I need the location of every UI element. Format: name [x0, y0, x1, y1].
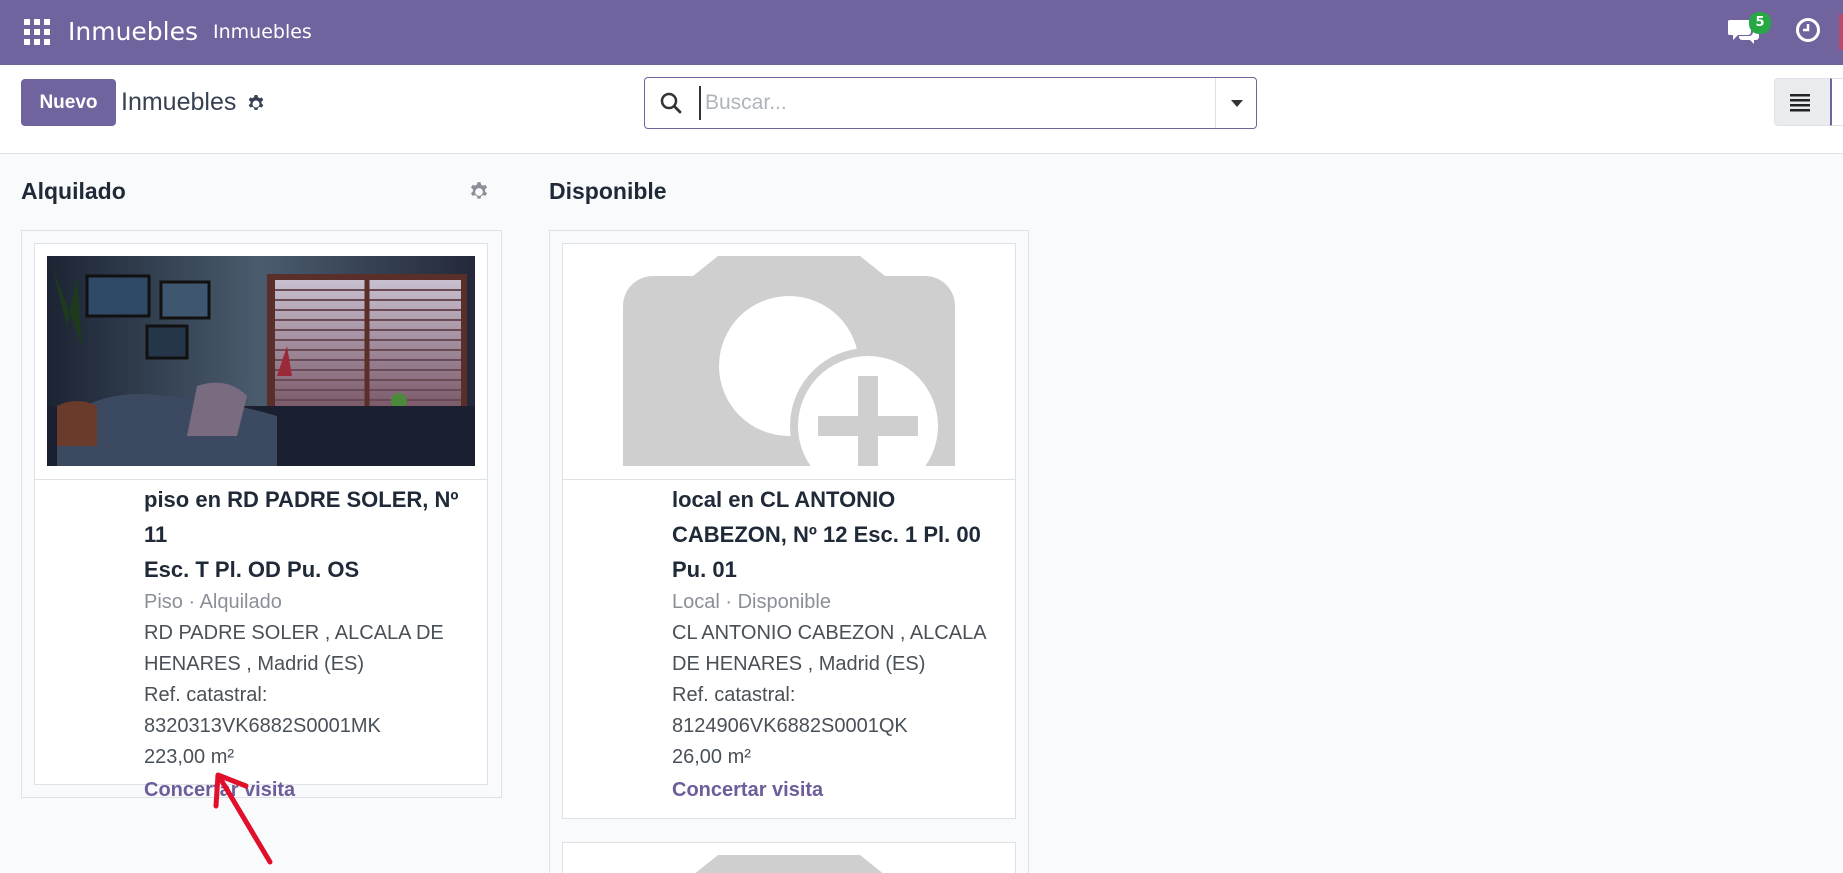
card-ref-value: 8320313VK6882S0001MK — [144, 715, 381, 737]
camera-placeholder-icon — [623, 256, 955, 466]
column-title-alquilado: Alquilado — [21, 178, 126, 204]
activity-clock-icon[interactable] — [1795, 17, 1821, 43]
schedule-visit-link[interactable]: Concertar visita — [144, 773, 484, 807]
card-title: Pu. 01 — [672, 557, 737, 582]
app-name[interactable]: Inmuebles — [68, 17, 198, 46]
card-subtitle: Local · Disponible — [672, 591, 831, 613]
card-area: 223,00 m² — [144, 746, 235, 768]
schedule-visit-link[interactable]: Concertar visita — [672, 773, 1012, 807]
card-title: local en CL ANTONIO — [672, 487, 896, 512]
user-avatar[interactable] — [1839, 14, 1843, 50]
gear-icon[interactable] — [246, 94, 266, 114]
card-address: RD PADRE SOLER , ALCALA DE — [144, 622, 444, 644]
card-address: HENARES , Madrid (ES) — [144, 653, 365, 675]
search-icon — [660, 92, 682, 114]
card-ref-value: 8124906VK6882S0001QK — [672, 715, 908, 737]
chat-count-badge: 5 — [1749, 12, 1771, 34]
property-card[interactable]: local en CL ANTONIO CABEZON, Nº 12 Esc. … — [562, 243, 1016, 819]
search-options-toggle[interactable] — [1217, 78, 1257, 128]
card-body: piso en RD PADRE SOLER, Nº 11 Esc. T Pl.… — [144, 482, 484, 807]
card-title: piso en RD PADRE SOLER, Nº 11 — [144, 487, 459, 547]
card-area: 26,00 m² — [672, 746, 751, 768]
search-bar — [644, 77, 1257, 129]
card-address: DE HENARES , Madrid (ES) — [672, 653, 926, 675]
property-card[interactable]: piso en RD PADRE SOLER, Nº 11 Esc. T Pl.… — [34, 243, 488, 801]
list-view-icon — [1790, 94, 1810, 112]
card-body: local en CL ANTONIO CABEZON, Nº 12 Esc. … — [672, 482, 1012, 807]
new-button[interactable]: Nuevo — [21, 79, 116, 126]
column-gear-icon[interactable] — [468, 181, 490, 203]
search-divider — [1215, 78, 1216, 128]
caret-down-icon — [1231, 100, 1243, 107]
breadcrumb: Inmuebles — [121, 88, 237, 116]
search-input[interactable] — [699, 86, 1149, 120]
property-card[interactable] — [562, 842, 1016, 873]
card-title: Esc. T Pl. OD Pu. OS — [144, 557, 360, 582]
card-ref-label: Ref. catastral: — [672, 684, 796, 706]
card-image — [35, 244, 487, 480]
column-title-disponible: Disponible — [549, 178, 667, 204]
card-ref-label: Ref. catastral: — [144, 684, 268, 706]
nav-menu-inmuebles[interactable]: Inmuebles — [213, 21, 312, 43]
camera-placeholder-icon — [695, 855, 883, 873]
card-subtitle: Piso · Alquilado — [144, 591, 282, 613]
apps-grid-icon[interactable] — [24, 19, 50, 45]
card-address: CL ANTONIO CABEZON , ALCALA — [672, 622, 987, 644]
control-panel: Nuevo Inmuebles — [0, 65, 1843, 154]
living-room-photo — [47, 256, 475, 466]
card-image — [563, 244, 1015, 480]
card-title: CABEZON, Nº 12 Esc. 1 Pl. 00 — [672, 522, 981, 547]
top-navbar: Inmuebles Inmuebles 5 — [0, 0, 1843, 65]
annotation-arrow-icon — [213, 772, 273, 865]
kanban-view-button[interactable] — [1830, 78, 1843, 126]
